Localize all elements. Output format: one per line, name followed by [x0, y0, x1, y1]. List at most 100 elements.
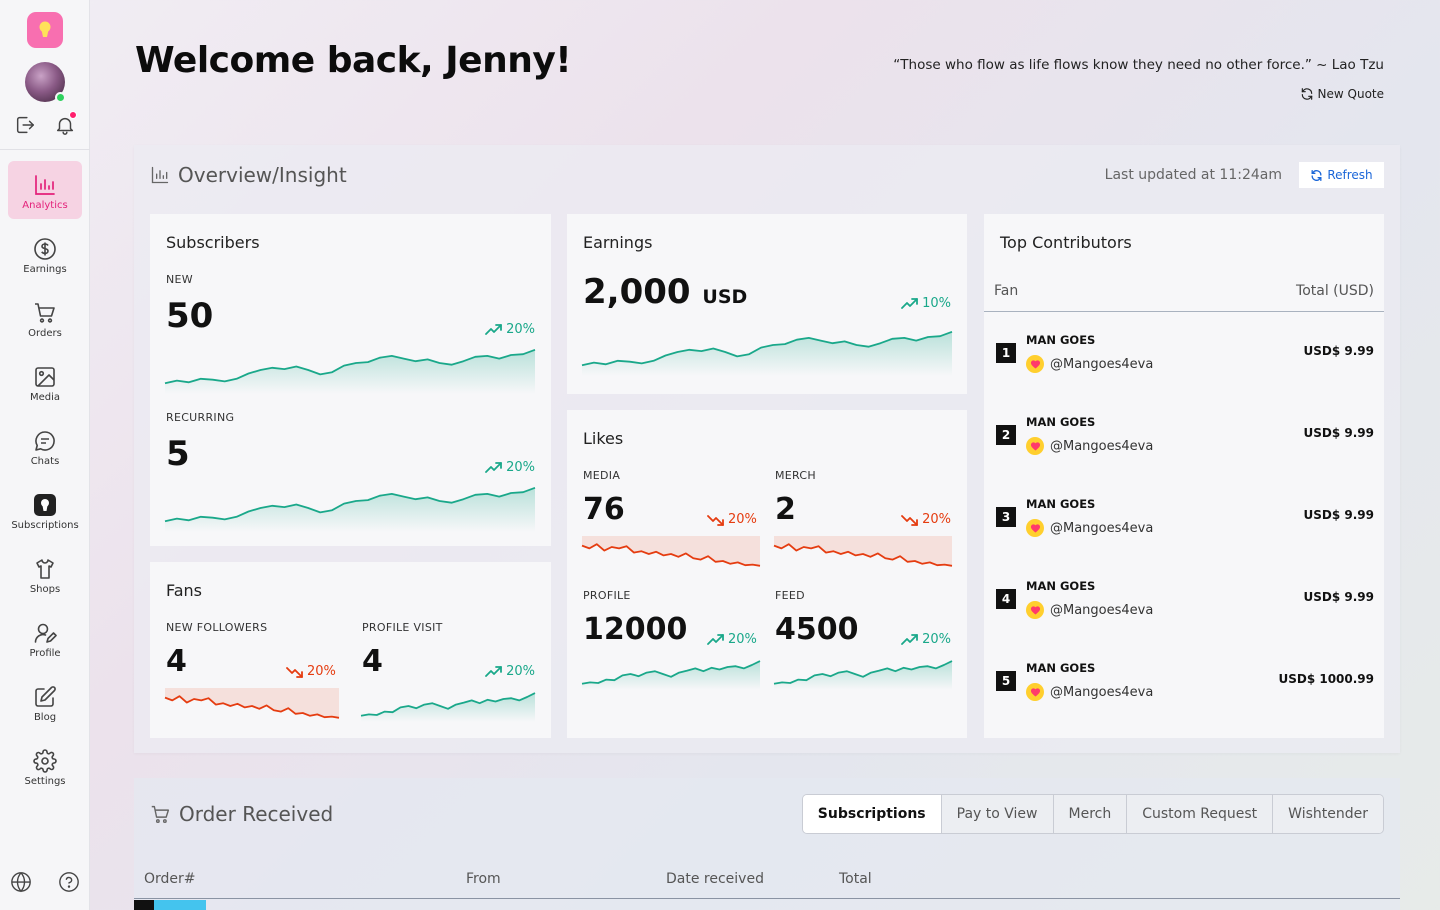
sidebar-item-label: Blog	[33, 712, 57, 723]
contributor-row[interactable]: 1 MAN GOES @Mangoes4eva USD$ 9.99	[984, 313, 1384, 395]
earnings-sparkline	[581, 330, 953, 376]
rank-badge: 4	[996, 589, 1016, 609]
sidebar-item-subscriptions[interactable]: Subscriptions	[0, 480, 90, 544]
trend-value: 20%	[728, 632, 757, 647]
heart-badge-icon	[1026, 519, 1044, 537]
earnings-card: Earnings 2,000 USD 10%	[567, 214, 967, 394]
date-received-column-header[interactable]: Date received	[666, 871, 764, 887]
contributor-row[interactable]: 5 MAN GOES @Mangoes4eva USD$ 1000.99	[984, 641, 1384, 723]
trend-up-icon	[485, 461, 502, 473]
order-row-highlight	[154, 900, 206, 910]
subscribers-card: Subscribers NEW 50 20% RECURRING 5 20%	[150, 214, 551, 546]
fan-column-header: Fan	[994, 283, 1019, 299]
refresh-label: Refresh	[1327, 168, 1373, 182]
sidebar-item-label: Subscriptions	[11, 520, 79, 531]
fan-handle: @Mangoes4eva	[1026, 683, 1153, 701]
fan-handle-text: @Mangoes4eva	[1050, 602, 1154, 618]
trend-value: 20%	[506, 664, 535, 679]
fan-name: MAN GOES	[1026, 661, 1096, 675]
orders-title: Order Received	[150, 802, 333, 826]
profile-visit-value: 4	[362, 644, 383, 679]
fan-total: USD$ 9.99	[1303, 590, 1374, 604]
total-column-header[interactable]: Total	[839, 871, 872, 887]
trend-down-icon	[707, 514, 724, 526]
tab-wishtender[interactable]: Wishtender	[1272, 795, 1383, 833]
heart-badge-icon	[1026, 355, 1044, 373]
merch-likes-value: 2	[775, 492, 796, 527]
tab-pay-to-view[interactable]: Pay to View	[940, 795, 1053, 833]
tab-merch[interactable]: Merch	[1052, 795, 1127, 833]
media-likes-trend: 20%	[707, 512, 757, 527]
sidebar-item-shops[interactable]: Shops	[0, 544, 90, 608]
sidebar-item-media[interactable]: Media	[0, 352, 90, 416]
feed-likes-value: 4500	[775, 612, 859, 647]
fan-handle: @Mangoes4eva	[1026, 355, 1153, 373]
sparkline-area	[165, 688, 339, 718]
tab-custom-request[interactable]: Custom Request	[1126, 795, 1273, 833]
fan-total: USD$ 9.99	[1303, 426, 1374, 440]
order-number-column-header[interactable]: Order#	[144, 871, 196, 887]
sidebar-item-label: Media	[29, 392, 61, 403]
refresh-button[interactable]: Refresh	[1299, 162, 1384, 188]
contributor-row[interactable]: 3 MAN GOES @Mangoes4eva USD$ 9.99	[984, 477, 1384, 559]
new-followers-sparkline	[164, 688, 340, 719]
sidebar-item-analytics[interactable]: Analytics	[0, 160, 90, 224]
help-icon[interactable]	[58, 871, 80, 893]
chart-icon	[35, 175, 55, 195]
sidebar-item-chats[interactable]: Chats	[0, 416, 90, 480]
from-column-header[interactable]: From	[466, 871, 501, 887]
feed-likes-sparkline	[773, 660, 953, 690]
recurring-subscribers-sparkline	[164, 486, 536, 532]
fan-name: MAN GOES	[1026, 497, 1096, 511]
sidebar-item-profile[interactable]: Profile	[0, 608, 90, 672]
fans-title: Fans	[166, 581, 203, 600]
feed-likes-label: FEED	[775, 589, 805, 602]
sidebar-item-orders[interactable]: Orders	[0, 288, 90, 352]
app-logo[interactable]	[27, 12, 63, 48]
trend-value: 20%	[307, 664, 336, 679]
overview-title-text: Overview/Insight	[178, 163, 347, 187]
contributor-row[interactable]: 4 MAN GOES @Mangoes4eva USD$ 9.99	[984, 559, 1384, 641]
rank-badge: 3	[996, 507, 1016, 527]
heart-badge-icon	[1026, 601, 1044, 619]
globe-icon[interactable]	[10, 871, 32, 893]
new-followers-label: NEW FOLLOWERS	[166, 621, 268, 634]
new-subscribers-trend: 20%	[485, 322, 535, 337]
trend-down-icon	[901, 514, 918, 526]
gear-icon	[33, 749, 57, 773]
sidebar-item-settings[interactable]: Settings	[0, 736, 90, 800]
quote-text: “Those who flow as life flows know they …	[893, 57, 1384, 73]
media-likes-sparkline	[581, 536, 761, 567]
fan-handle: @Mangoes4eva	[1026, 601, 1153, 619]
subscribers-title: Subscribers	[166, 233, 260, 252]
sidebar-divider	[0, 149, 90, 150]
media-likes-value: 76	[583, 492, 625, 527]
sidebar-nav: Analytics Earnings Orders Media Chats Su…	[0, 160, 90, 800]
rank-badge: 1	[996, 343, 1016, 363]
edit-icon	[35, 686, 56, 707]
merch-likes-trend: 20%	[901, 512, 951, 527]
trend-value: 10%	[922, 296, 951, 311]
likes-title: Likes	[583, 429, 624, 448]
recurring-subscribers-trend: 20%	[485, 460, 535, 475]
sidebar-item-label: Earnings	[23, 264, 67, 275]
tab-subscriptions[interactable]: Subscriptions	[802, 795, 941, 833]
logout-icon[interactable]	[14, 114, 36, 136]
new-quote-button[interactable]: New Quote	[1300, 87, 1384, 101]
fan-handle-text: @Mangoes4eva	[1050, 438, 1154, 454]
user-edit-icon	[34, 623, 57, 643]
contributor-row[interactable]: 2 MAN GOES @Mangoes4eva USD$ 9.99	[984, 395, 1384, 477]
sparkline-area	[774, 536, 952, 566]
fans-card: Fans NEW FOLLOWERS 4 20% PROFILE VISIT 4…	[150, 562, 551, 738]
earnings-value: 2,000 USD	[583, 272, 747, 312]
profile-likes-sparkline	[581, 660, 761, 690]
overview-title: Overview/Insight	[150, 163, 347, 187]
heart-badge-icon	[1026, 437, 1044, 455]
new-subscribers-sparkline	[164, 348, 536, 394]
avatar[interactable]	[25, 62, 66, 103]
sparkline-area	[582, 661, 760, 690]
trend-value: 20%	[506, 322, 535, 337]
sidebar-item-earnings[interactable]: Earnings	[0, 224, 90, 288]
sidebar-item-blog[interactable]: Blog	[0, 672, 90, 736]
trend-up-icon	[707, 633, 724, 645]
